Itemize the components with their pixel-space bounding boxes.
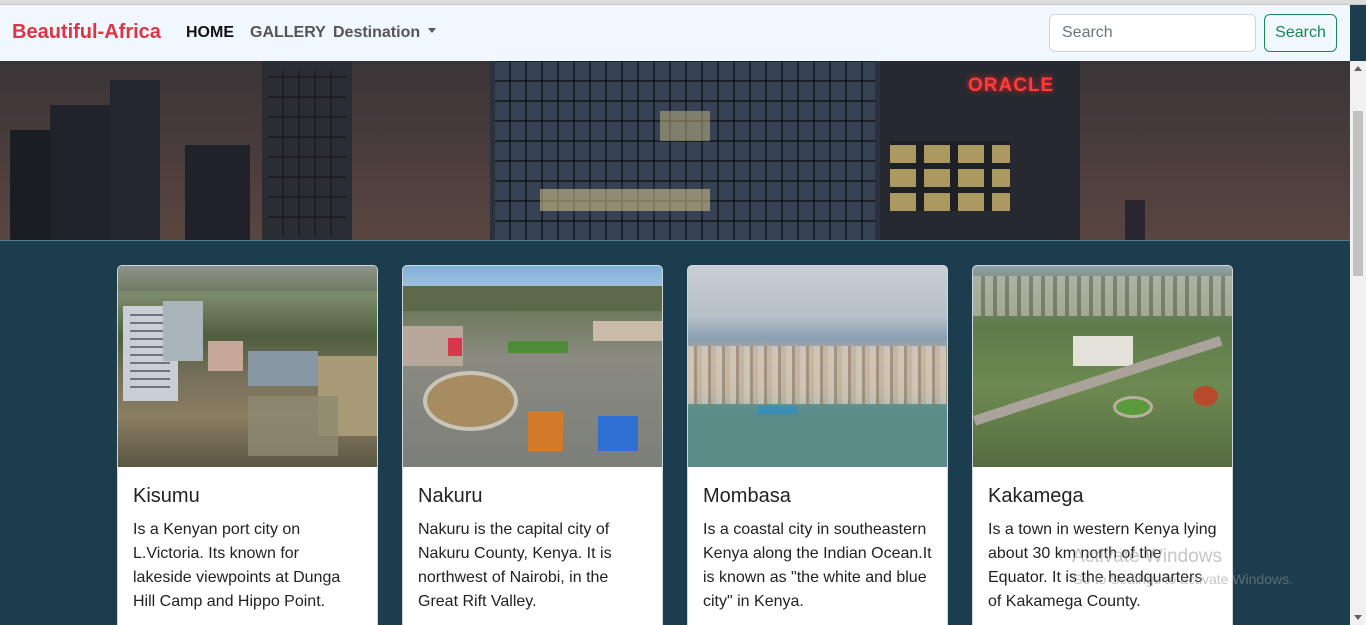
kakamega-tree: [1193, 386, 1218, 406]
nav-home-link[interactable]: HOME: [186, 24, 234, 42]
mombasa-city: [688, 346, 947, 404]
nakuru-trees: [508, 341, 568, 353]
nav-destination-dropdown[interactable]: Destination: [333, 24, 437, 42]
kisumu-building: [248, 351, 318, 386]
nakuru-building: [593, 321, 662, 341]
oracle-building-windows: [890, 141, 1010, 211]
card-title: Kakamega: [988, 485, 1084, 507]
oracle-sign: ORACLE: [968, 75, 1055, 96]
kisumu-sky: [118, 266, 377, 291]
building-silhouette: [185, 145, 250, 240]
building-silhouette: [1125, 200, 1145, 240]
card-body: Kisumu Is a Kenyan port city on L.Victor…: [118, 467, 377, 625]
destination-card-nakuru[interactable]: Nakuru Nakuru is the capital city of Nak…: [402, 265, 663, 625]
hero-divider: [0, 240, 1350, 241]
building-silhouette: [110, 80, 160, 240]
card-body: Nakuru Nakuru is the capital city of Nak…: [403, 467, 662, 625]
nakuru-sign: [448, 338, 462, 356]
brand-logo[interactable]: Beautiful-Africa: [12, 21, 161, 44]
nav-destination-label: Destination: [333, 24, 421, 41]
search-button[interactable]: Search: [1264, 14, 1337, 52]
scroll-up-arrow-icon[interactable]: [1354, 66, 1362, 71]
navbar: Beautiful-Africa HOME GALLERY Destinatio…: [0, 5, 1350, 61]
nakuru-image: [403, 266, 662, 467]
destination-card-mombasa[interactable]: Mombasa Is a coastal city in southeaster…: [687, 265, 948, 625]
lit-window: [660, 111, 710, 141]
card-body: Mombasa Is a coastal city in southeaster…: [688, 467, 947, 625]
glass-tower-windows: [495, 61, 875, 240]
nakuru-hills: [403, 286, 662, 311]
destination-card-kisumu[interactable]: Kisumu Is a Kenyan port city on L.Victor…: [117, 265, 378, 625]
card-text: Nakuru is the capital city of Nakuru Cou…: [418, 521, 612, 610]
card-title: Nakuru: [418, 485, 483, 507]
scrollbar-thumb[interactable]: [1353, 111, 1363, 276]
kakamega-roundabout: [1113, 396, 1153, 418]
building-windows: [268, 71, 346, 236]
nakuru-roundabout: [423, 371, 518, 431]
mombasa-image: [688, 266, 947, 467]
caret-down-icon: [428, 28, 437, 34]
card-title: Mombasa: [703, 485, 791, 507]
kakamega-building: [1073, 336, 1133, 366]
search-input[interactable]: [1049, 14, 1256, 52]
activate-windows-title: Activate Windows: [1072, 546, 1222, 567]
nakuru-billboard: [598, 416, 638, 451]
kakamega-image: [973, 266, 1232, 467]
mombasa-water: [688, 414, 947, 467]
kisumu-building: [208, 341, 243, 371]
hero-banner-image: ORACLE: [0, 61, 1350, 240]
nakuru-billboard: [528, 411, 563, 451]
card-text: Is a Kenyan port city on L.Victoria. Its…: [133, 521, 341, 610]
nav-gallery-link[interactable]: GALLERY: [250, 24, 326, 42]
vertical-scrollbar[interactable]: [1350, 61, 1366, 625]
kakamega-town: [973, 276, 1232, 316]
activate-windows-subtitle: Go to Settings to activate Windows.: [1072, 571, 1293, 587]
kisumu-tower: [163, 301, 203, 361]
card-text: Is a coastal city in southeastern Kenya …: [703, 521, 932, 610]
kisumu-image: [118, 266, 377, 467]
lit-floor: [540, 189, 710, 211]
scroll-down-arrow-icon[interactable]: [1354, 615, 1362, 620]
card-title: Kisumu: [133, 485, 200, 507]
mombasa-boat: [758, 406, 798, 414]
kisumu-building: [248, 396, 338, 456]
